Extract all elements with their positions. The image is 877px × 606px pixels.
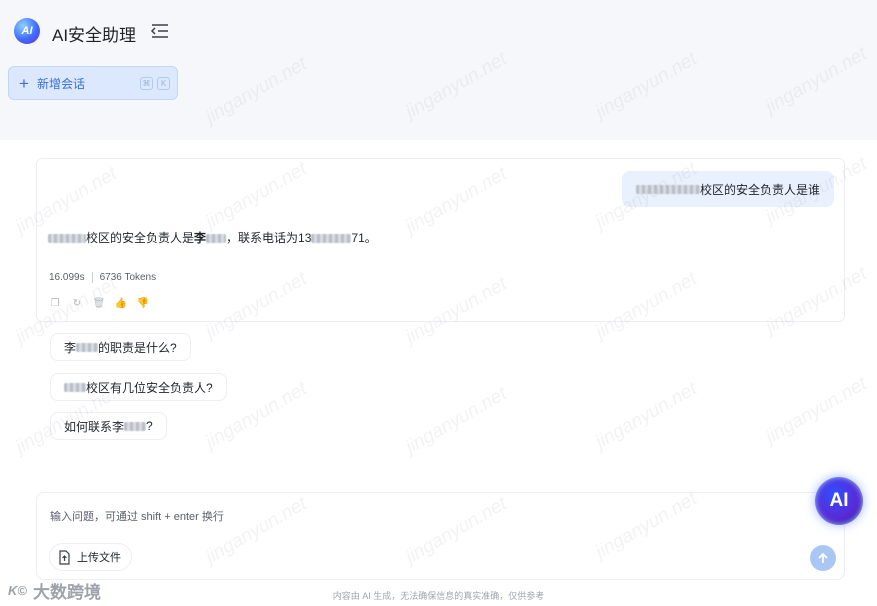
- redacted-text: [48, 234, 86, 244]
- upload-file-button[interactable]: 上传文件: [49, 543, 132, 571]
- brand-watermark: K© 大数跨境: [8, 578, 101, 603]
- suggestion-chip[interactable]: 李 的职责是什么?: [50, 333, 191, 361]
- chat-input-box[interactable]: 输入问题，可通过 shift + enter 换行 上传文件: [36, 492, 845, 580]
- logo-text: AI: [21, 25, 33, 37]
- conversation-card: 校区的安全负责人是谁 校区的安全负责人是李 ，联系电话为13 71。 16.099s…: [36, 158, 845, 322]
- upload-file-label: 上传文件: [77, 552, 121, 564]
- chat-input-placeholder[interactable]: 输入问题，可通过 shift + enter 换行: [50, 508, 224, 524]
- thumbs-up-icon[interactable]: 👍: [115, 297, 127, 309]
- suggestion-text: 的职责是什么?: [98, 340, 177, 355]
- watermark: jinganyun.net: [762, 373, 871, 448]
- redacted-text: [311, 234, 352, 244]
- app-title: AI安全助理: [52, 26, 137, 45]
- suggestion-text: 校区有几位安全负责人?: [86, 380, 213, 395]
- redacted-text: [76, 342, 99, 352]
- regenerate-icon[interactable]: ↻: [71, 297, 83, 309]
- redacted-text: [64, 382, 86, 392]
- user-message-bubble: 校区的安全负责人是谁: [621, 171, 834, 207]
- redacted-text: [635, 184, 700, 194]
- user-message-text: 校区的安全负责人是谁: [699, 182, 820, 197]
- suggestion-chip[interactable]: 如何联系李 ?: [50, 412, 167, 440]
- plus-icon: +: [19, 73, 29, 93]
- suggestion-text: 如何联系李: [64, 419, 125, 434]
- thumbs-down-icon[interactable]: 👎: [137, 297, 149, 309]
- floating-ai-assistant-button[interactable]: AI: [815, 477, 863, 525]
- ai-disclaimer: 内容由 AI 生成，无法确保信息的真实准确，仅供参考: [332, 591, 545, 601]
- new-chat-label: 新增会话: [36, 76, 85, 91]
- answer-text-1: 校区的安全负责人是: [86, 231, 195, 245]
- app-logo: AI: [14, 18, 40, 44]
- divider: [91, 272, 93, 283]
- assistant-answer: 校区的安全负责人是李 ，联系电话为13 71。: [48, 229, 377, 246]
- suggestion-text: 李: [64, 340, 77, 355]
- answer-name: 李: [194, 231, 207, 245]
- watermark: jinganyun.net: [592, 378, 701, 453]
- shortcut-key-cmd: ⌘: [140, 77, 153, 90]
- suggestion-chip[interactable]: 校区有几位安全负责人?: [50, 373, 227, 401]
- shortcut-key-k: K: [157, 77, 170, 90]
- token-count: 6736 Tokens: [99, 272, 157, 283]
- copy-icon[interactable]: ❐: [49, 297, 61, 309]
- watermark: jinganyun.net: [402, 383, 511, 458]
- new-chat-button[interactable]: + 新增会话 ⌘ K: [8, 66, 178, 100]
- answer-actions: ❐ ↻ 🗑 👍 👎: [49, 297, 159, 309]
- answer-text-3: 71。: [351, 231, 377, 245]
- collapse-sidebar-icon[interactable]: [150, 23, 170, 39]
- floating-ai-label: AI: [829, 490, 849, 511]
- answer-text-2: ，联系电话为13: [226, 231, 312, 245]
- brand-name: 大数跨境: [32, 583, 101, 602]
- suggestion-text: ?: [146, 419, 153, 433]
- answer-meta: 16.099s 6736 Tokens: [49, 272, 156, 283]
- upload-icon: [59, 549, 70, 565]
- redacted-text: [124, 421, 147, 431]
- delete-icon[interactable]: 🗑: [93, 297, 106, 309]
- response-duration: 16.099s: [49, 272, 85, 283]
- arrow-up-icon: [818, 552, 828, 563]
- send-button[interactable]: [810, 545, 836, 571]
- brand-logo-icon: K©: [8, 583, 27, 598]
- redacted-text: [206, 234, 227, 244]
